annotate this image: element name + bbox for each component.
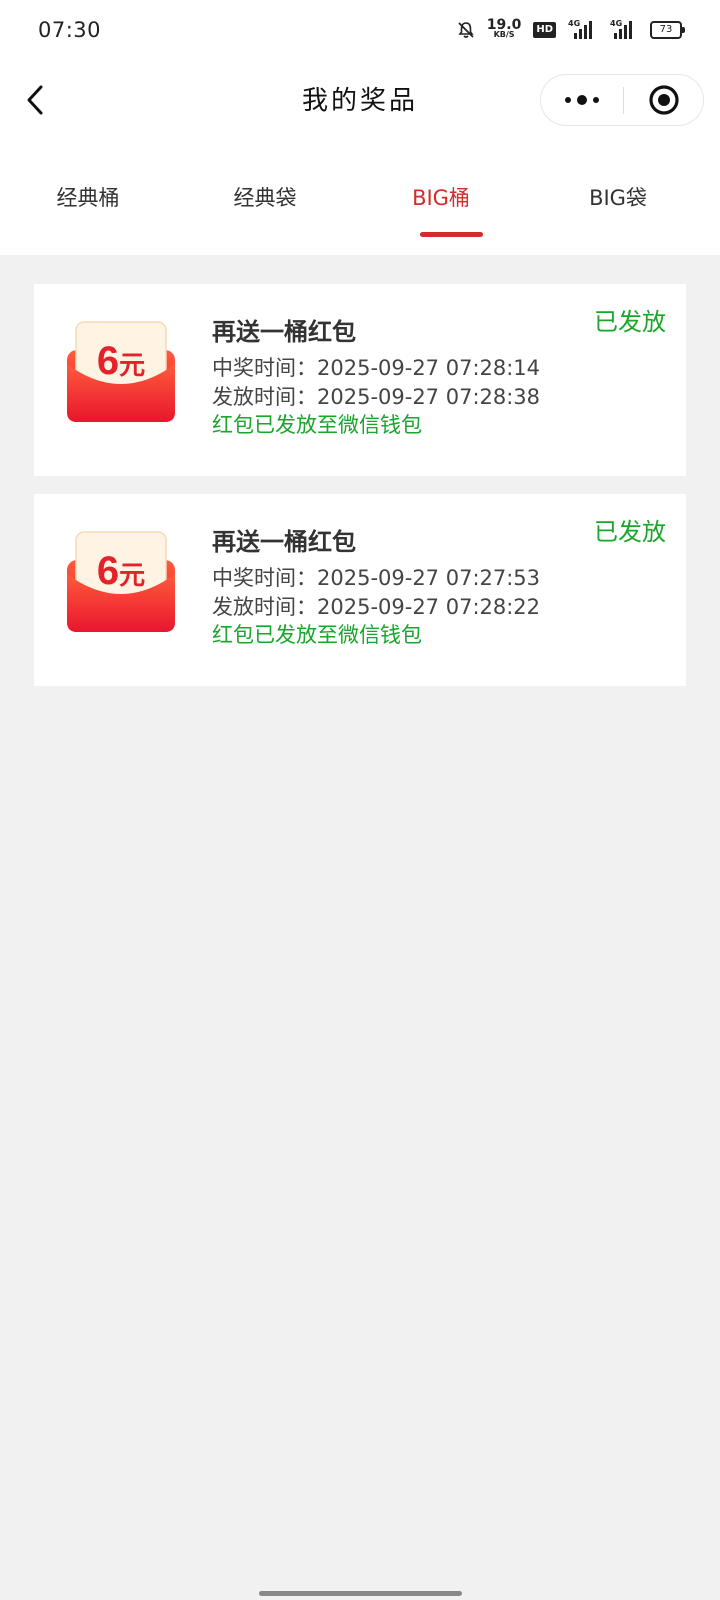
prize-card[interactable]: 6元 已发放 再送一桶红包 中奖时间：2025-09-27 07:28:14 发… bbox=[34, 284, 686, 476]
record-target-icon bbox=[649, 85, 679, 115]
tab-big-bucket[interactable]: BIG桶 bbox=[412, 182, 470, 212]
signal-icon-2: 4G bbox=[610, 19, 638, 39]
issue-time: 发放时间：2025-09-27 07:28:38 bbox=[212, 385, 541, 409]
status-badge: 已发放 bbox=[594, 518, 666, 546]
tab-classic-bag[interactable]: 经典袋 bbox=[234, 182, 297, 212]
battery-icon: 73 bbox=[650, 21, 685, 39]
hd-voice-icon: HD bbox=[533, 22, 556, 38]
win-time: 中奖时间：2025-09-27 07:28:14 bbox=[212, 356, 541, 380]
delivery-note: 红包已发放至微信钱包 bbox=[212, 413, 422, 437]
category-tabs: 经典桶 经典袋 BIG桶 BIG袋 bbox=[0, 170, 720, 240]
status-icons: 19.0 KB/S HD 4G 4G 73 bbox=[457, 17, 685, 40]
tab-big-bag[interactable]: BIG袋 bbox=[589, 182, 647, 212]
nav-bar: 我的奖品 bbox=[0, 62, 720, 138]
tab-classic-bucket[interactable]: 经典桶 bbox=[57, 182, 120, 212]
more-button[interactable] bbox=[541, 75, 623, 125]
delivery-note: 红包已发放至微信钱包 bbox=[212, 623, 422, 647]
win-time: 中奖时间：2025-09-27 07:27:53 bbox=[212, 566, 541, 590]
issue-time: 发放时间：2025-09-27 07:28:22 bbox=[212, 595, 541, 619]
status-time: 07:30 bbox=[38, 18, 102, 42]
close-mini-program-button[interactable] bbox=[623, 75, 705, 125]
status-badge: 已发放 bbox=[594, 308, 666, 336]
mini-program-capsule bbox=[540, 74, 704, 126]
more-dots-icon bbox=[565, 97, 571, 103]
prize-card[interactable]: 6元 已发放 再送一桶红包 中奖时间：2025-09-27 07:27:53 发… bbox=[34, 494, 686, 686]
active-tab-indicator bbox=[420, 232, 483, 237]
network-speed: 19.0 KB/S bbox=[486, 17, 522, 39]
home-indicator[interactable] bbox=[259, 1591, 462, 1596]
prize-name: 再送一桶红包 bbox=[212, 528, 356, 556]
status-bar: 07:30 19.0 KB/S HD 4G 4G 73 bbox=[0, 0, 720, 62]
mute-bell-icon bbox=[458, 22, 474, 38]
red-envelope-icon: 6元 bbox=[67, 531, 175, 632]
prize-name: 再送一桶红包 bbox=[212, 318, 356, 346]
red-envelope-icon: 6元 bbox=[67, 321, 175, 422]
signal-icon: 4G bbox=[568, 19, 598, 39]
